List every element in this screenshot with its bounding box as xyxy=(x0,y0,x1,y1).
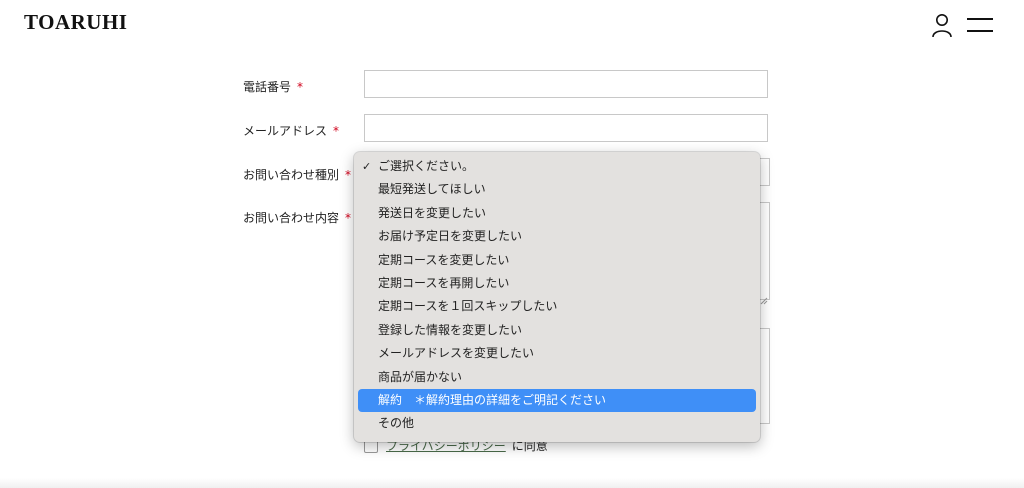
option-label: 商品が届かない xyxy=(378,369,463,384)
dropdown-option-11[interactable]: その他 xyxy=(358,412,756,435)
dropdown-option-7[interactable]: 登録した情報を変更したい xyxy=(358,319,756,342)
required-mark: * xyxy=(345,211,352,225)
required-mark: * xyxy=(297,80,304,94)
checkmark-icon: ✓ xyxy=(362,160,372,173)
hamburger-menu-icon[interactable] xyxy=(966,16,994,36)
dropdown-option-0[interactable]: ✓ ご選択ください。 xyxy=(358,155,756,178)
brand-logo[interactable]: TOARUHI xyxy=(24,10,127,35)
dropdown-option-5[interactable]: 定期コースを再開したい xyxy=(358,272,756,295)
dropdown-option-4[interactable]: 定期コースを変更したい xyxy=(358,249,756,272)
page-footer-edge xyxy=(0,478,1024,488)
phone-field[interactable] xyxy=(364,70,768,98)
dropdown-option-9[interactable]: 商品が届かない xyxy=(358,366,756,389)
inquiry-type-label: お問い合わせ種別 * xyxy=(243,166,351,183)
resize-grip-icon[interactable] xyxy=(760,290,768,305)
inquiry-type-dropdown[interactable]: ✓ ご選択ください。 最短発送してほしい 発送日を変更したい お届け予定日を変更し… xyxy=(354,152,760,442)
phone-label-text: 電話番号 xyxy=(243,80,292,94)
option-label: 定期コースを変更したい xyxy=(378,252,510,267)
inquiry-type-label-text: お問い合わせ種別 xyxy=(243,168,340,182)
option-label: ご選択ください。 xyxy=(378,159,475,173)
option-label: 定期コースを再開したい xyxy=(378,275,510,290)
dropdown-option-3[interactable]: お届け予定日を変更したい xyxy=(358,225,756,248)
option-label: 発送日を変更したい xyxy=(378,205,487,220)
option-label: 登録した情報を変更したい xyxy=(378,322,523,337)
inquiry-content-label: お問い合わせ内容 * xyxy=(243,209,351,226)
inquiry-content-label-text: お問い合わせ内容 xyxy=(243,211,340,225)
option-label: お届け予定日を変更したい xyxy=(378,229,523,244)
email-label: メールアドレス * xyxy=(243,122,339,139)
option-label: 最短発送してほしい xyxy=(378,182,486,197)
dropdown-option-8[interactable]: メールアドレスを変更したい xyxy=(358,342,756,365)
option-label: 定期コースを１回スキップしたい xyxy=(378,299,558,314)
dropdown-option-2[interactable]: 発送日を変更したい xyxy=(358,202,756,225)
phone-label: 電話番号 * xyxy=(243,78,303,95)
option-label: 解約 ＊解約理由の詳細をご明記ください xyxy=(378,392,607,407)
option-label: その他 xyxy=(378,416,415,431)
required-mark: * xyxy=(333,124,340,138)
dropdown-option-1[interactable]: 最短発送してほしい xyxy=(358,178,756,201)
dropdown-option-6[interactable]: 定期コースを１回スキップしたい xyxy=(358,295,756,318)
email-field[interactable] xyxy=(364,114,768,142)
dropdown-option-10-highlighted[interactable]: 解約 ＊解約理由の詳細をご明記ください xyxy=(358,388,756,413)
option-label: メールアドレスを変更したい xyxy=(378,346,535,361)
email-label-text: メールアドレス xyxy=(243,124,328,138)
user-icon[interactable] xyxy=(930,12,954,38)
required-mark: * xyxy=(345,168,352,182)
